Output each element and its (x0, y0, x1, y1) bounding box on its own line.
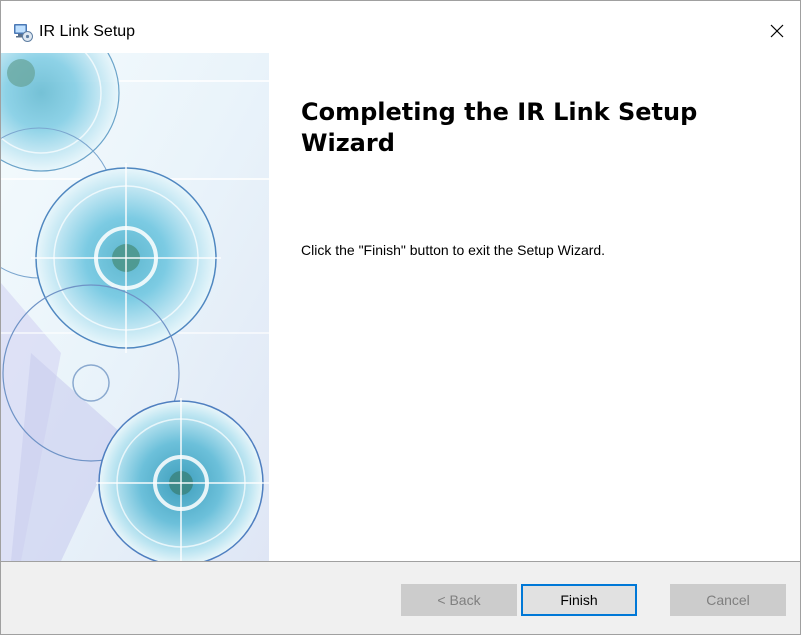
wizard-content: Completing the IR Link Setup Wizard Clic… (269, 53, 800, 561)
wizard-banner (1, 53, 269, 561)
finish-button[interactable]: Finish (521, 584, 637, 616)
page-title: Completing the IR Link Setup Wizard (301, 98, 698, 157)
button-bar: < Back Finish Cancel (1, 561, 800, 634)
close-button[interactable] (754, 15, 800, 51)
instruction-text: Click the "Finish" button to exit the Se… (301, 242, 606, 258)
setup-wizard-window: IR Link Setup Completing the IR Link Set… (0, 0, 801, 635)
decorative-disc-artwork (1, 53, 269, 561)
installer-computer-icon (13, 22, 33, 42)
cancel-button[interactable]: Cancel (670, 584, 786, 616)
close-icon (769, 23, 785, 44)
window-title: IR Link Setup (39, 23, 136, 40)
title-bar[interactable]: IR Link Setup (1, 1, 800, 53)
back-button[interactable]: < Back (401, 584, 517, 616)
